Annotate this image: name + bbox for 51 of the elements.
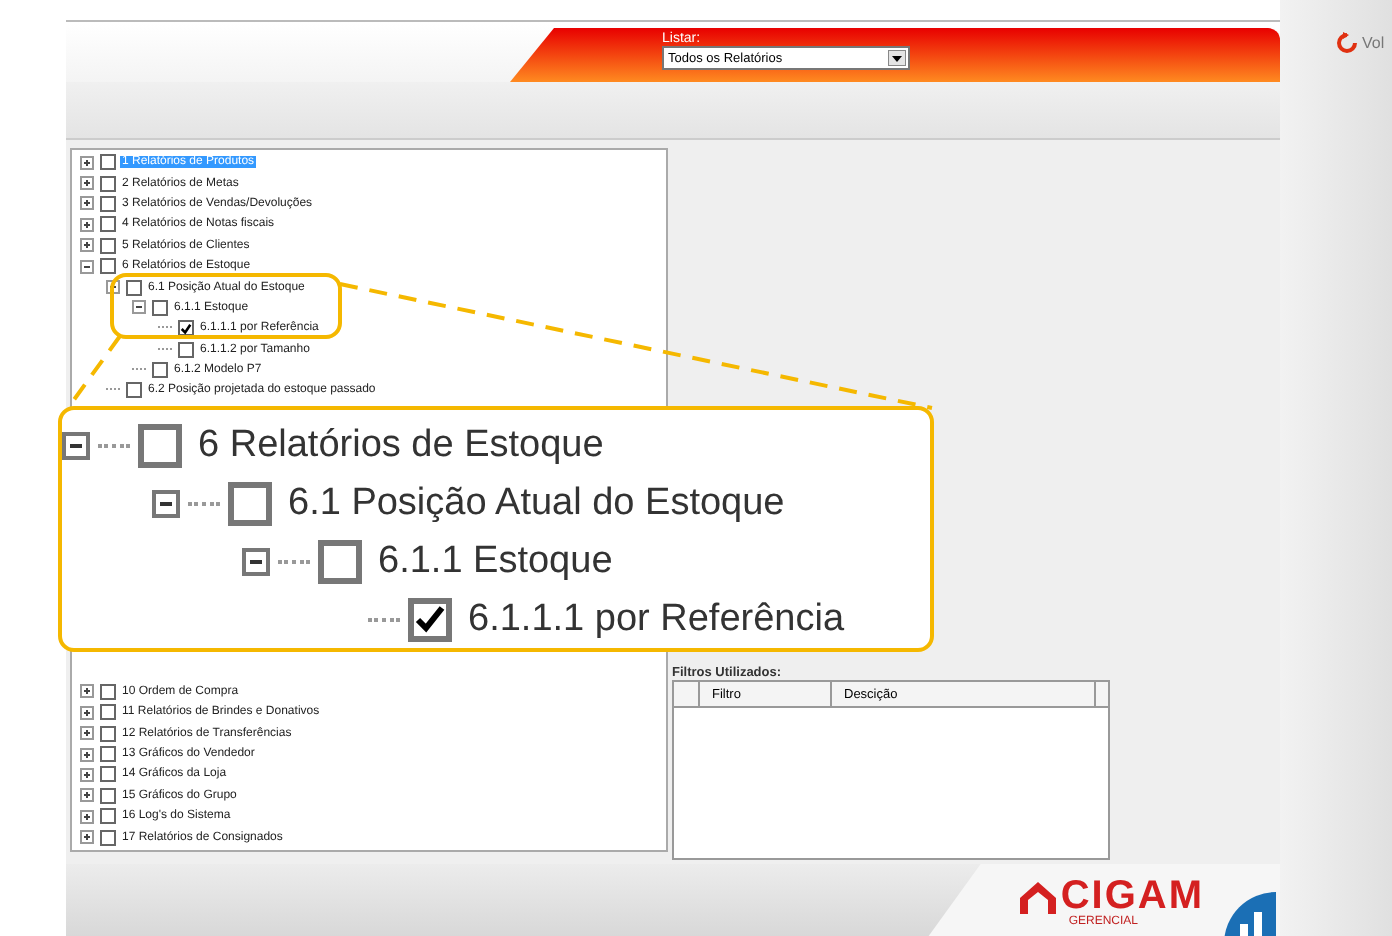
expand-toggle[interactable] <box>62 431 90 459</box>
expand-toggle[interactable] <box>80 705 94 720</box>
caret-icon <box>888 50 906 66</box>
expand-toggle[interactable] <box>80 176 94 191</box>
checkbox[interactable] <box>100 216 116 233</box>
back-button[interactable]: Vol <box>1336 32 1385 54</box>
checkbox[interactable] <box>408 597 452 641</box>
tree-item[interactable]: 6.1.1 Estoque <box>378 539 613 583</box>
checkbox[interactable] <box>152 362 168 379</box>
checkbox[interactable] <box>178 320 194 337</box>
checkbox[interactable] <box>100 829 116 846</box>
checkbox[interactable] <box>100 787 116 804</box>
refresh-icon <box>1336 32 1358 54</box>
expand-toggle[interactable] <box>80 767 94 782</box>
checkbox[interactable] <box>178 341 194 358</box>
checkbox[interactable] <box>100 683 116 700</box>
expand-toggle[interactable] <box>80 238 94 253</box>
expand-toggle[interactable] <box>80 196 94 211</box>
checkbox[interactable] <box>100 154 116 171</box>
expand-toggle[interactable] <box>80 726 94 741</box>
checkbox[interactable] <box>126 279 142 296</box>
logo-icon <box>1020 882 1057 914</box>
expand-toggle[interactable] <box>80 259 94 274</box>
expand-toggle[interactable] <box>152 489 180 517</box>
checkbox[interactable] <box>100 704 116 721</box>
checkbox[interactable] <box>138 423 182 467</box>
checkbox[interactable] <box>100 195 116 212</box>
expand-toggle[interactable] <box>80 809 94 824</box>
expand-toggle[interactable] <box>80 155 94 170</box>
tree-item[interactable]: 6 Relatórios de Estoque <box>198 423 604 467</box>
checkbox[interactable] <box>100 746 116 763</box>
tree-item[interactable]: 6.1 Posição Atual do Estoque <box>288 481 785 525</box>
expand-toggle[interactable] <box>80 747 94 762</box>
expand-toggle[interactable] <box>80 830 94 845</box>
checkbox[interactable] <box>100 808 116 825</box>
checkbox[interactable] <box>152 299 168 316</box>
expand-toggle[interactable] <box>80 217 94 232</box>
expand-toggle[interactable] <box>80 788 94 803</box>
checkbox[interactable] <box>100 766 116 783</box>
expand-toggle[interactable] <box>242 547 270 575</box>
checkbox[interactable] <box>228 481 272 525</box>
checkbox[interactable] <box>100 175 116 192</box>
expand-toggle[interactable] <box>80 684 94 699</box>
checkbox[interactable] <box>126 382 142 399</box>
checkbox[interactable] <box>100 237 116 254</box>
checkbox[interactable] <box>100 258 116 275</box>
tree-item[interactable]: 6.1.1.1 por Referência <box>468 597 845 641</box>
checkbox[interactable] <box>318 539 362 583</box>
checkbox[interactable] <box>100 725 116 742</box>
expand-toggle[interactable] <box>132 300 146 315</box>
logo-name: CIGAM <box>1060 876 1204 916</box>
